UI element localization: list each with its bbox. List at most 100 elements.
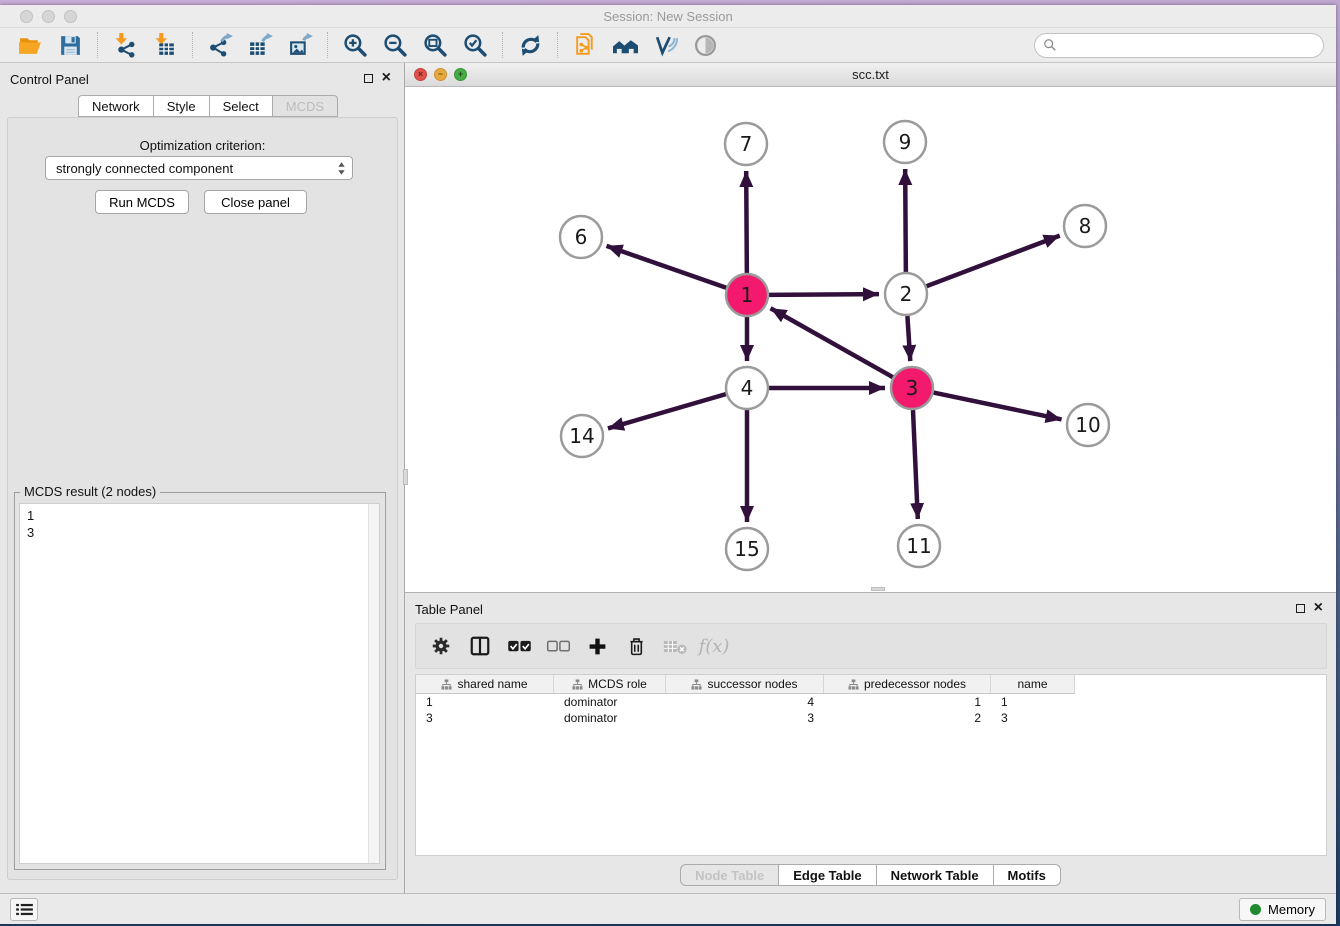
table-cell[interactable]: dominator (554, 695, 666, 709)
graph-node-15[interactable]: 15 (726, 528, 768, 570)
network-window-titlebar[interactable]: × − + scc.txt (405, 63, 1336, 87)
task-history-button[interactable] (10, 898, 38, 921)
result-scrollbar[interactable] (368, 504, 379, 863)
table-cell[interactable]: dominator (554, 711, 666, 725)
clone-network-button[interactable] (569, 30, 601, 60)
show-hide-graphics-button[interactable] (689, 30, 721, 60)
close-panel-button[interactable]: Close panel (204, 190, 307, 214)
delete-table-button[interactable] (662, 633, 688, 659)
svg-text:10: 10 (1075, 413, 1100, 437)
tab-select[interactable]: Select (210, 95, 273, 117)
vizmapper-preview-button[interactable] (649, 30, 681, 60)
graph-edge-2-3[interactable] (907, 316, 910, 361)
select-all-columns-button[interactable] (506, 633, 532, 659)
title-bar: Session: New Session (0, 5, 1336, 28)
graph-node-10[interactable]: 10 (1067, 404, 1109, 446)
first-neighbors-button[interactable] (609, 30, 641, 60)
graph-node-3[interactable]: 3 (891, 367, 933, 409)
float-panel-icon[interactable] (364, 74, 373, 83)
table-row[interactable]: 3dominator323 (416, 710, 1326, 726)
graph-node-9[interactable]: 9 (884, 121, 926, 163)
delete-row-button[interactable] (623, 633, 649, 659)
graph-edge-1-7[interactable] (746, 171, 747, 273)
search-input[interactable] (1062, 38, 1315, 52)
show-columns-button[interactable] (467, 633, 493, 659)
table-cell[interactable]: 1 (991, 695, 1075, 709)
open-session-button[interactable] (14, 30, 46, 60)
tab-node-table[interactable]: Node Table (680, 864, 779, 886)
network-maximize-button[interactable]: + (454, 68, 467, 81)
minimize-traffic-light[interactable] (42, 10, 55, 23)
add-row-button[interactable] (584, 633, 610, 659)
graph-edge-2-9[interactable] (905, 169, 906, 272)
unselect-all-columns-button[interactable] (545, 633, 571, 659)
memory-button[interactable]: Memory (1239, 898, 1326, 921)
table-cell[interactable]: 1 (824, 695, 991, 709)
close-panel-icon[interactable]: × (1314, 603, 1323, 613)
table-options-button[interactable] (428, 633, 454, 659)
close-traffic-light[interactable] (20, 10, 33, 23)
table-cell[interactable]: 3 (416, 711, 554, 725)
graph-edge-3-10[interactable] (934, 393, 1062, 420)
float-panel-icon[interactable] (1296, 604, 1305, 613)
column-header-shared-name[interactable]: shared name (416, 675, 554, 693)
graph-node-4[interactable]: 4 (726, 367, 768, 409)
graph-edge-4-14[interactable] (608, 394, 726, 428)
export-image-button[interactable] (284, 30, 316, 60)
table-cell[interactable]: 4 (666, 695, 824, 709)
zoom-in-button[interactable] (339, 30, 371, 60)
horizontal-splitter-handle[interactable] (871, 587, 885, 591)
graph-node-1[interactable]: 1 (726, 274, 768, 316)
graph-node-6[interactable]: 6 (560, 216, 602, 258)
graph-edge-3-11[interactable] (913, 410, 918, 519)
network-close-button[interactable]: × (414, 68, 427, 81)
graph-node-7[interactable]: 7 (725, 123, 767, 165)
network-canvas[interactable]: 7 9 6 8 1 2 4 3 14 10 15 11 (405, 87, 1336, 592)
tab-network[interactable]: Network (78, 95, 154, 117)
close-panel-icon[interactable]: × (382, 73, 391, 83)
mcds-result-textarea[interactable]: 1 3 (19, 503, 380, 864)
zoom-out-button[interactable] (379, 30, 411, 60)
column-header-successor-nodes[interactable]: successor nodes (666, 675, 824, 693)
export-network-button[interactable] (204, 30, 236, 60)
graph-node-11[interactable]: 11 (898, 525, 940, 567)
table-cell[interactable]: 2 (824, 711, 991, 725)
import-table-button[interactable] (149, 30, 181, 60)
table-cell[interactable]: 3 (666, 711, 824, 725)
zoom-traffic-light[interactable] (64, 10, 77, 23)
search-box[interactable] (1034, 33, 1324, 58)
table-cell[interactable]: 1 (416, 695, 554, 709)
run-mcds-button[interactable]: Run MCDS (95, 190, 189, 214)
export-table-button[interactable] (244, 30, 276, 60)
zoom-fit-button[interactable] (419, 30, 451, 60)
column-header-name[interactable]: name (991, 675, 1075, 693)
column-header-predecessor-nodes[interactable]: predecessor nodes (824, 675, 991, 693)
network-window: × − + scc.txt 7 9 6 8 1 2 4 3 14 10 15 11 (405, 63, 1336, 593)
table-cell[interactable]: 3 (991, 711, 1075, 725)
graph-node-14[interactable]: 14 (561, 415, 603, 457)
apply-function-button[interactable]: f(x) (701, 633, 727, 659)
network-minimize-button[interactable]: − (434, 68, 447, 81)
tab-mcds[interactable]: MCDS (273, 95, 338, 117)
export-network-icon (208, 33, 233, 58)
tab-motifs[interactable]: Motifs (994, 864, 1061, 886)
zoom-selected-button[interactable] (459, 30, 491, 60)
svg-text:7: 7 (740, 132, 753, 156)
refresh-layout-button[interactable] (514, 30, 546, 60)
tab-style[interactable]: Style (154, 95, 210, 117)
import-network-button[interactable] (109, 30, 141, 60)
tab-edge-table[interactable]: Edge Table (779, 864, 876, 886)
graph-node-8[interactable]: 8 (1064, 205, 1106, 247)
save-session-button[interactable] (54, 30, 86, 60)
criterion-select[interactable]: strongly connected component (45, 156, 353, 180)
graph-edge-1-2[interactable] (769, 294, 879, 295)
graph-node-2[interactable]: 2 (885, 273, 927, 315)
table-row[interactable]: 1dominator411 (416, 694, 1326, 710)
vertical-splitter-handle[interactable] (403, 469, 408, 485)
home-icon (613, 33, 638, 58)
column-header-MCDS-role[interactable]: MCDS role (554, 675, 666, 693)
graph-edge-3-1[interactable] (771, 308, 893, 377)
graph-edge-1-6[interactable] (606, 246, 726, 288)
tab-network-table[interactable]: Network Table (877, 864, 994, 886)
graph-edge-2-8[interactable] (927, 236, 1060, 287)
